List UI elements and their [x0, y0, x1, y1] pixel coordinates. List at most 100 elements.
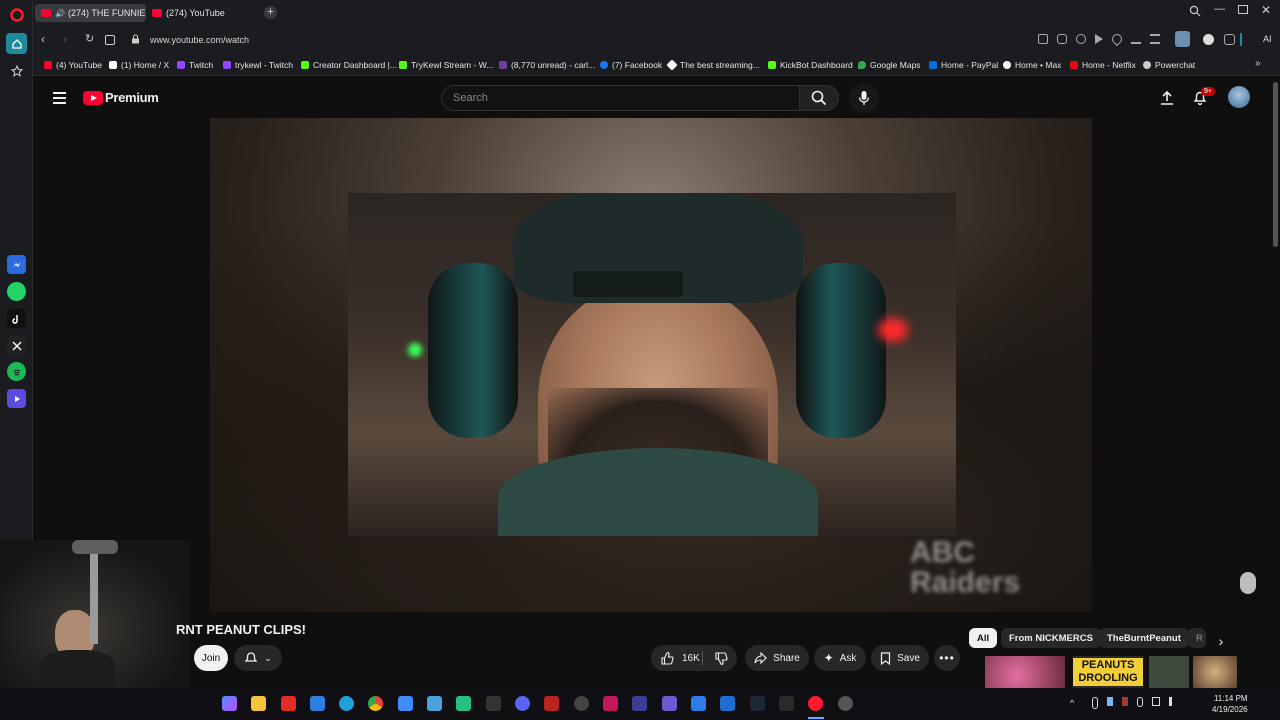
- app-lightning-icon[interactable]: [720, 696, 735, 711]
- bookmark-item[interactable]: Google Maps: [858, 60, 921, 70]
- upload-button[interactable]: [1160, 90, 1174, 111]
- notepad-icon[interactable]: [427, 696, 442, 711]
- bookmark-item[interactable]: trykewl - Twitch: [223, 60, 293, 70]
- notifications-button[interactable]: 9+: [1193, 87, 1215, 111]
- ai-button[interactable]: AI: [1254, 34, 1272, 44]
- tray-chevron-up-icon[interactable]: ^: [1070, 698, 1074, 708]
- chips-next-arrow-icon[interactable]: ›: [1210, 630, 1232, 652]
- app-green-icon[interactable]: [456, 696, 471, 711]
- profile-avatar[interactable]: [1175, 31, 1190, 47]
- app-tray-icon[interactable]: [1107, 697, 1114, 706]
- network-icon[interactable]: [1152, 697, 1160, 706]
- opera-logo-icon[interactable]: [7, 5, 26, 24]
- app-blue-icon[interactable]: [310, 696, 325, 711]
- spotify-icon[interactable]: [7, 362, 26, 381]
- bookmark-item[interactable]: (7) Facebook: [600, 60, 662, 70]
- bookmark-item[interactable]: Powerchat: [1143, 60, 1195, 70]
- download-icon[interactable]: [1131, 34, 1141, 44]
- copilot-icon[interactable]: [222, 696, 237, 711]
- minimize-icon[interactable]: —: [1214, 3, 1225, 15]
- chrome-icon[interactable]: [368, 696, 383, 711]
- volume-icon[interactable]: [1168, 697, 1176, 706]
- app-p-icon[interactable]: [691, 696, 706, 711]
- voice-search-button[interactable]: [849, 83, 879, 113]
- chip-all[interactable]: All: [969, 628, 998, 648]
- star-icon[interactable]: [7, 61, 26, 80]
- tab-youtube[interactable]: (274) YouTube: [146, 4, 256, 22]
- epic-games-icon[interactable]: [779, 696, 794, 711]
- home-icon[interactable]: [6, 33, 27, 54]
- ask-button[interactable]: ✦ Ask: [814, 645, 866, 671]
- chip-from-nickmercs[interactable]: From NICKMERCS: [1001, 628, 1101, 648]
- app-tray-red-icon[interactable]: [1122, 697, 1129, 706]
- file-explorer-icon[interactable]: [251, 696, 266, 711]
- heart-icon[interactable]: [1109, 31, 1125, 47]
- bookmark-item[interactable]: Home - PayPal: [929, 60, 998, 70]
- x-icon[interactable]: [7, 336, 26, 355]
- chip-partial[interactable]: R: [1188, 628, 1206, 648]
- new-tab-plus-icon[interactable]: +: [264, 6, 277, 19]
- more-actions-button[interactable]: •••: [934, 645, 960, 671]
- save-button[interactable]: Save: [871, 645, 929, 671]
- tab-search-icon[interactable]: [1189, 5, 1201, 20]
- app-gear-icon[interactable]: [838, 696, 853, 711]
- camera-icon[interactable]: [1057, 34, 1067, 44]
- bookmark-item[interactable]: TryKewl Stream - W...: [399, 60, 493, 70]
- search-button[interactable]: [799, 85, 839, 111]
- bookmark-item[interactable]: Creator Dashboard |...: [301, 60, 397, 70]
- extension-icon[interactable]: [1203, 34, 1214, 45]
- bookmark-item[interactable]: Twitch: [177, 60, 213, 70]
- opera-gx-icon[interactable]: [808, 696, 823, 711]
- shield-icon[interactable]: [1076, 34, 1086, 44]
- bookmark-item[interactable]: The best streaming...: [666, 59, 760, 71]
- obs-icon[interactable]: [574, 696, 589, 711]
- app-red-icon[interactable]: [281, 696, 296, 711]
- tabs-grid-icon[interactable]: [105, 35, 115, 45]
- play-icon[interactable]: [1095, 34, 1103, 44]
- edit-icon[interactable]: [1038, 34, 1048, 44]
- controller-icon[interactable]: [632, 696, 647, 711]
- account-avatar[interactable]: [1228, 86, 1250, 108]
- forward-icon[interactable]: ›: [63, 32, 67, 46]
- bluetooth-icon[interactable]: [1092, 697, 1099, 709]
- player-icon[interactable]: [7, 389, 26, 408]
- messenger-icon[interactable]: [7, 255, 26, 274]
- menu-icon[interactable]: [1150, 34, 1160, 44]
- url-field[interactable]: www.youtube.com/watch: [150, 35, 249, 45]
- page-scrollbar-thumb[interactable]: [1273, 82, 1278, 247]
- like-button[interactable]: 16K: [651, 645, 737, 671]
- chip-theburntpeanut[interactable]: TheBurntPeanut: [1099, 628, 1189, 648]
- maximize-icon[interactable]: [1238, 5, 1248, 14]
- whatsapp-icon[interactable]: [7, 282, 26, 301]
- discord-icon[interactable]: [515, 696, 530, 711]
- microphone-tray-icon[interactable]: [1137, 697, 1144, 707]
- subscribed-notifications-button[interactable]: ⌄: [234, 645, 282, 671]
- close-window-icon[interactable]: ✕: [1261, 3, 1271, 17]
- floating-hand-icon[interactable]: [1240, 572, 1256, 594]
- thumbs-down-icon[interactable]: [715, 652, 728, 665]
- app-purple-icon[interactable]: [662, 696, 677, 711]
- back-icon[interactable]: ‹: [41, 32, 45, 46]
- youtube-logo[interactable]: Premium: [83, 90, 159, 105]
- recommended-thumbnail[interactable]: PEANUTS DROOLING: [985, 656, 1237, 688]
- share-button[interactable]: Share: [745, 645, 809, 671]
- bookmark-item[interactable]: (8,770 unread) - carl...: [499, 60, 595, 70]
- tab-active[interactable]: 🔊 (274) THE FUNNIEST B: [35, 4, 146, 22]
- edge-icon[interactable]: [339, 696, 354, 711]
- video-player[interactable]: ABC Raiders: [210, 118, 1092, 612]
- bookmarks-more-icon[interactable]: »: [1255, 58, 1261, 69]
- cube-icon[interactable]: [1224, 34, 1235, 45]
- bookmark-item[interactable]: Home - Netflix: [1070, 60, 1136, 70]
- hamburger-menu-icon[interactable]: [53, 92, 66, 104]
- search-input[interactable]: Search: [441, 85, 799, 111]
- tiktok-icon[interactable]: [7, 309, 26, 328]
- system-clock[interactable]: 11:14 PM 4/19/2026: [1212, 693, 1248, 715]
- bookmark-item[interactable]: KickBot Dashboard: [768, 60, 853, 70]
- app-dark-icon[interactable]: [486, 696, 501, 711]
- play-store-icon[interactable]: [398, 696, 413, 711]
- app-a-icon[interactable]: [603, 696, 618, 711]
- bookmark-item[interactable]: (4) YouTube: [44, 60, 102, 70]
- join-button[interactable]: Join: [194, 645, 228, 671]
- steam-icon[interactable]: [750, 696, 765, 711]
- app-news-icon[interactable]: [544, 696, 559, 711]
